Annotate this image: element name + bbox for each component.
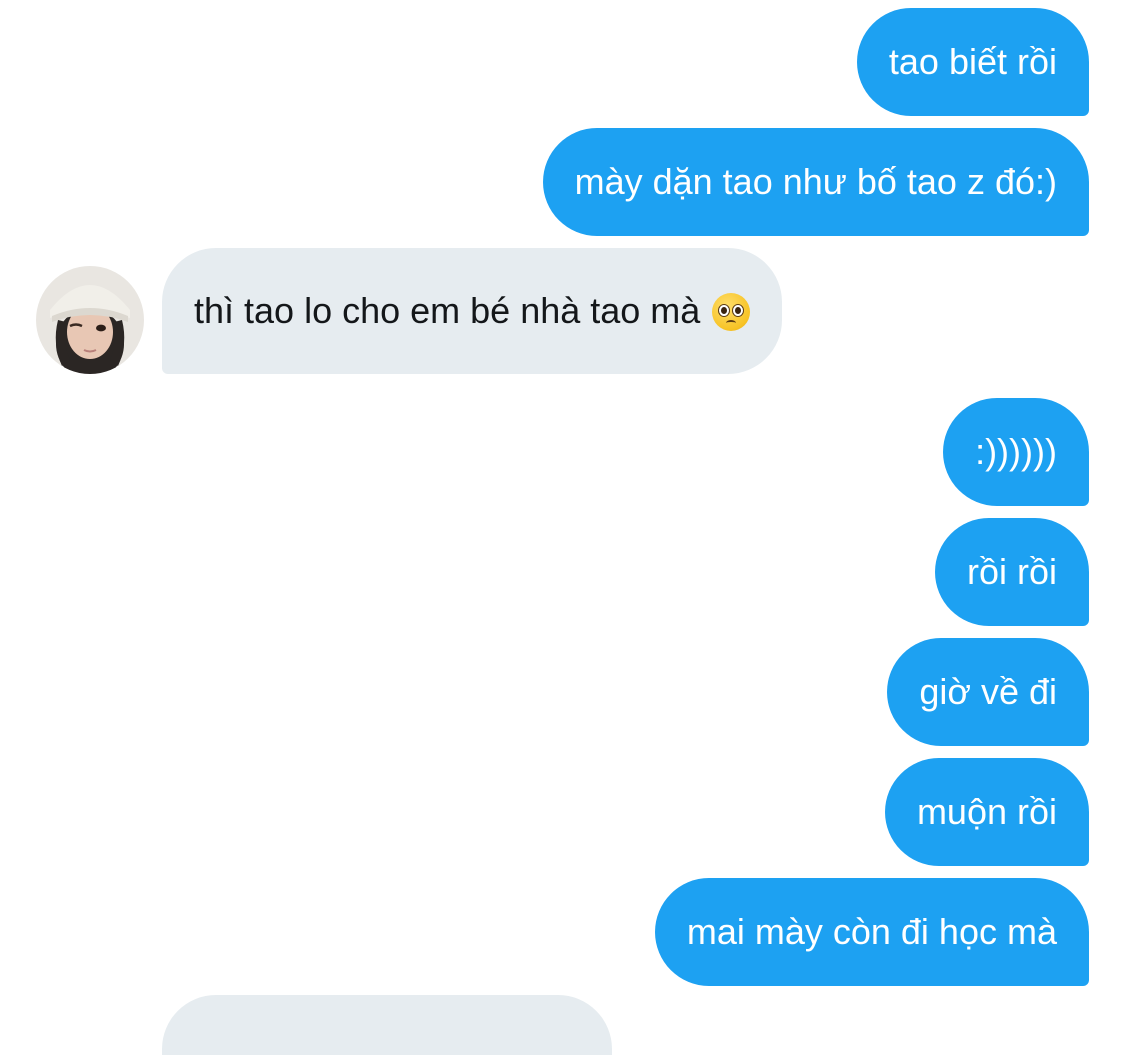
message-text: :)))))): [975, 431, 1057, 472]
message-bubble-sent[interactable]: tao biết rồi: [856, 8, 1089, 116]
message-bubble-received-partial[interactable]: [162, 995, 612, 1055]
message-bubble-sent[interactable]: muộn rồi: [884, 758, 1089, 866]
message-text: mai mày còn đi học mà: [686, 911, 1057, 952]
message-bubble-sent[interactable]: mai mày còn đi học mà: [654, 878, 1089, 986]
message-bubble-sent[interactable]: mày dặn tao như bố tao z đó:): [542, 128, 1089, 236]
message-text: muộn rồi: [916, 791, 1057, 832]
message-bubble-received[interactable]: thì tao lo cho em bé nhà tao mà: [162, 248, 783, 374]
avatar-photo-icon: [36, 266, 144, 374]
message-bubble-sent[interactable]: giờ về đi: [887, 638, 1089, 746]
message-text: rồi rồi: [966, 551, 1057, 592]
message-bubble-sent[interactable]: rồi rồi: [934, 518, 1089, 626]
message-bubble-sent[interactable]: :)))))): [943, 398, 1089, 506]
message-text: mày dặn tao như bố tao z đó:): [574, 161, 1057, 202]
contact-avatar[interactable]: [36, 266, 144, 374]
message-text: giờ về đi: [919, 671, 1057, 712]
message-text: tao biết rồi: [888, 41, 1057, 82]
pleading-face-icon: [712, 293, 751, 331]
message-text: thì tao lo cho em bé nhà tao mà: [194, 290, 701, 331]
